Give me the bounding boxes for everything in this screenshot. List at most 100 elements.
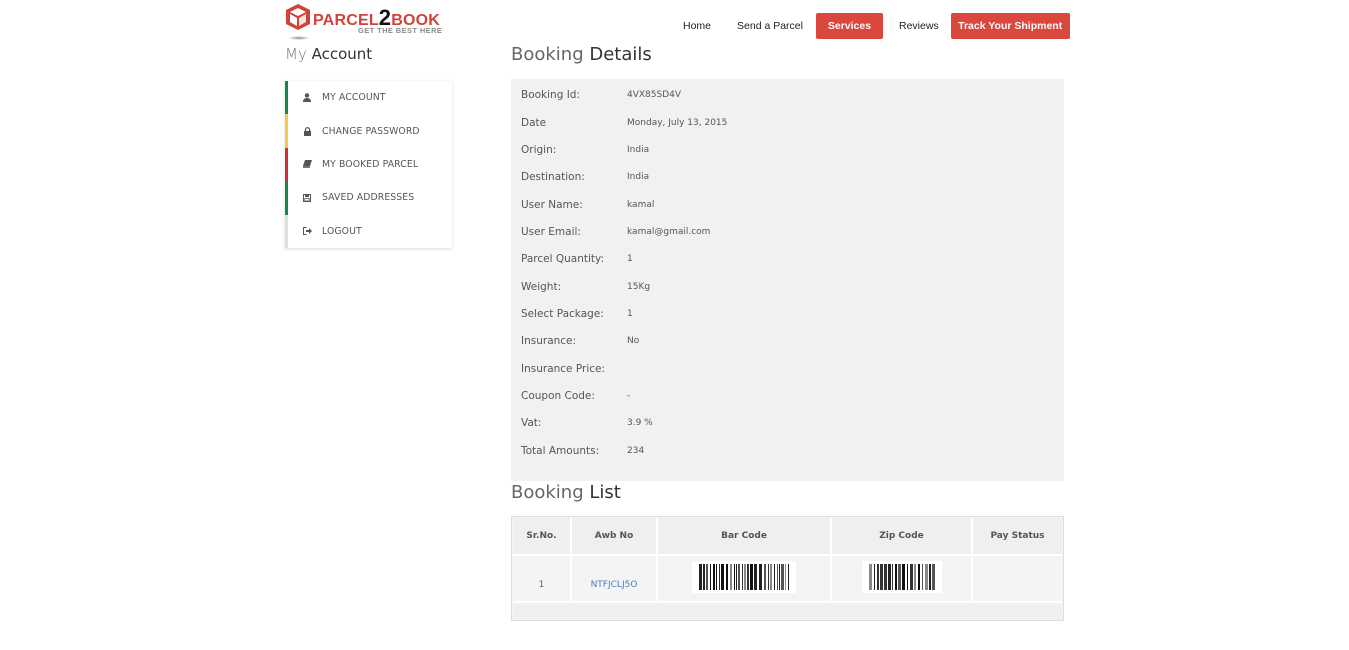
- nav-services-button[interactable]: Services: [815, 13, 883, 39]
- barcode-bar: [726, 564, 728, 590]
- logo-shadow: [288, 36, 310, 40]
- detail-value: India: [627, 145, 650, 155]
- barcode-bar: [785, 564, 786, 590]
- barcode-bar: [868, 564, 872, 590]
- barcode-bar: [734, 564, 735, 590]
- cell-pay-status: [972, 554, 1062, 602]
- zipcode-barcode-graphic: [868, 564, 935, 590]
- sidebar-item-label: LOGOUT: [322, 225, 362, 237]
- detail-value: 3.9 %: [627, 418, 653, 428]
- barcode-bar: [928, 564, 931, 590]
- barcode-bar: [736, 564, 737, 590]
- column-header-zip-code: Zip Code: [831, 518, 973, 555]
- barcode-bar: [921, 564, 923, 590]
- title-strong: Details: [589, 44, 652, 65]
- barcode-bar: [913, 564, 916, 590]
- detail-value: Monday, July 13, 2015: [627, 118, 728, 128]
- main-nav: Home Send a Parcel Services Reviews Trac…: [670, 13, 1070, 39]
- barcode-bar: [779, 564, 780, 590]
- booking-details-title: Booking Details: [511, 44, 652, 65]
- sidebar-item-saved-addresses[interactable]: SAVED ADDRESSES: [285, 181, 452, 215]
- awb-number-link[interactable]: NTFJCLJ5O: [591, 580, 638, 590]
- barcode-bar: [699, 564, 702, 590]
- column-header-awb-no: Awb No: [571, 518, 658, 555]
- barcode-bar: [706, 564, 708, 590]
- sidebar-item-change-password[interactable]: CHANGE PASSWORD: [285, 114, 452, 148]
- detail-value: -: [627, 391, 631, 401]
- detail-label: Destination:: [521, 171, 585, 183]
- detail-label: Date: [521, 117, 547, 129]
- detail-label: Parcel Quantity:: [521, 253, 605, 265]
- barcode-bar: [744, 564, 746, 590]
- detail-value: 1: [627, 254, 633, 264]
- barcode-bar: [879, 564, 883, 590]
- barcode-bar: [764, 564, 766, 590]
- sidebar-item-label: CHANGE PASSWORD: [322, 125, 420, 137]
- detail-value: No: [627, 336, 640, 346]
- cell-sr-no: 1: [513, 554, 572, 602]
- barcode-bar: [917, 564, 920, 590]
- barcode-bar: [777, 564, 778, 590]
- nav-home[interactable]: Home: [670, 13, 724, 39]
- barcode-bar: [891, 564, 893, 590]
- detail-label: Booking Id:: [521, 89, 581, 101]
- detail-row-coupon-code: Coupon Code: -: [521, 388, 630, 404]
- sidebar-title-light: My: [285, 45, 307, 63]
- barcode-bar: [883, 564, 887, 590]
- detail-label: Coupon Code:: [521, 390, 595, 402]
- title-light: Booking: [511, 482, 584, 503]
- detail-value: kamal: [627, 200, 655, 210]
- barcode-image: [692, 561, 796, 593]
- barcode-bar: [774, 564, 775, 590]
- detail-label: Origin:: [521, 144, 557, 156]
- zipcode-barcode-image: [861, 561, 942, 593]
- sidebar-title: My Account: [285, 45, 372, 63]
- detail-value: 15Kg: [627, 282, 651, 292]
- detail-row-weight: Weight: 15Kg: [521, 279, 650, 295]
- barcode-bar: [742, 564, 743, 590]
- table-header-row: Sr.No. Awb No Bar Code Zip Code Pay Stat…: [513, 518, 1062, 555]
- save-icon: [302, 193, 312, 203]
- column-header-bar-code: Bar Code: [657, 518, 832, 555]
- barcode-bar: [897, 564, 901, 590]
- detail-value: 4VX85SD4V: [627, 90, 682, 100]
- barcode-bar: [781, 564, 784, 590]
- track-shipment-button[interactable]: Track Your Shipment: [950, 13, 1070, 39]
- detail-row-booking-id: Booking Id: 4VX85SD4V: [521, 87, 681, 103]
- detail-label: User Email:: [521, 226, 581, 238]
- column-header-sr-no: Sr.No.: [513, 518, 572, 555]
- barcode-bar: [901, 564, 905, 590]
- column-header-pay-status: Pay Status: [972, 518, 1062, 555]
- detail-label: Total Amounts:: [521, 445, 600, 457]
- sidebar-item-label: MY ACCOUNT: [322, 92, 386, 104]
- barcode-bar: [713, 564, 715, 590]
- title-light: Booking: [511, 44, 584, 65]
- table-footer-cell: [513, 601, 1062, 620]
- table-footer-row: [513, 601, 1062, 620]
- barcode-bar: [909, 564, 913, 590]
- brand-logo[interactable]: Parcel2Book GET THE BEST HERE: [285, 3, 455, 41]
- barcode-bar: [721, 564, 724, 590]
- nav-send-parcel[interactable]: Send a Parcel: [724, 13, 816, 39]
- sidebar-item-logout[interactable]: LOGOUT: [285, 214, 452, 248]
- lock-icon: [302, 126, 312, 136]
- barcode-bar: [924, 564, 928, 590]
- barcode-bar: [754, 564, 757, 590]
- barcode-bar: [750, 564, 753, 590]
- detail-row-vat: Vat: 3.9 %: [521, 415, 653, 431]
- detail-row-origin: Origin: India: [521, 142, 649, 158]
- barcode-bar: [747, 564, 749, 590]
- title-strong: List: [589, 482, 621, 503]
- detail-row-user-name: User Name: kamal: [521, 197, 654, 213]
- barcode-bar: [710, 564, 711, 590]
- barcode-bar: [894, 564, 897, 590]
- barcode-bar: [730, 564, 732, 590]
- sidebar-item-my-account[interactable]: MY ACCOUNT: [285, 81, 452, 115]
- barcode-bar: [876, 564, 879, 590]
- barcode-bar: [719, 564, 720, 590]
- sidebar-item-my-booked-parcel[interactable]: MY BOOKED PARCEL: [285, 147, 452, 182]
- sidebar-menu: MY ACCOUNT CHANGE PASSWORD MY BOOKED PAR…: [285, 81, 452, 248]
- barcode-graphic: [699, 564, 789, 590]
- detail-label: Insurance Price:: [521, 363, 606, 375]
- nav-reviews[interactable]: Reviews: [883, 13, 951, 39]
